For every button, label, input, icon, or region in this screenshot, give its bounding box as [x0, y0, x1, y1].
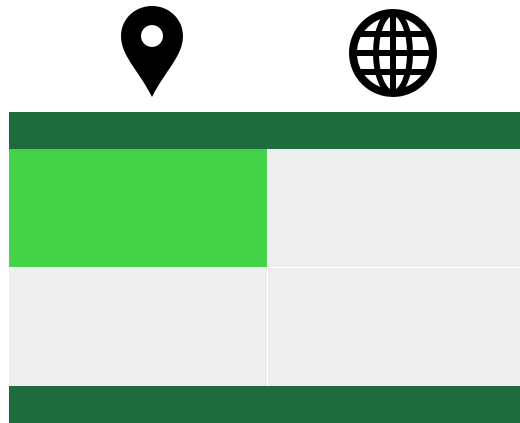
- grid-cell-4[interactable]: [268, 268, 520, 386]
- bottom-bar: [9, 386, 520, 423]
- icon-row: [0, 0, 520, 112]
- grid-cell-3[interactable]: [9, 268, 267, 386]
- selection-grid: [9, 149, 520, 386]
- top-bar: [9, 112, 520, 149]
- grid-cell-2[interactable]: [268, 149, 520, 267]
- map-pin-icon[interactable]: [121, 6, 183, 98]
- grid-cell-1[interactable]: [9, 149, 267, 267]
- globe-icon[interactable]: [348, 8, 438, 98]
